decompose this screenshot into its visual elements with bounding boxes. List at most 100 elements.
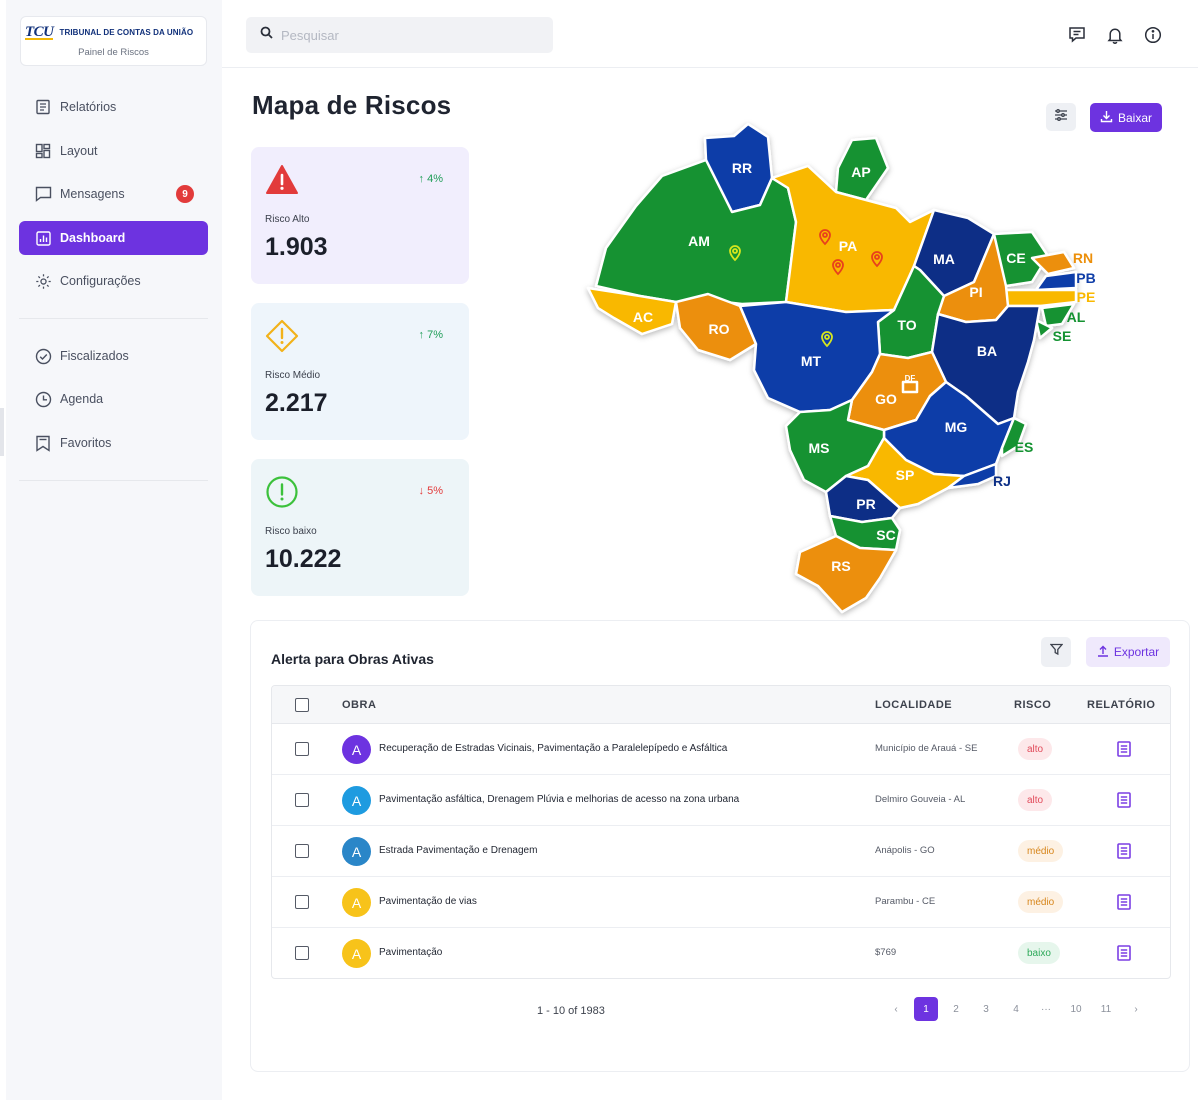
- sidebar-item-fiscalizados[interactable]: Fiscalizados: [19, 339, 208, 373]
- table-row[interactable]: A Recuperação de Estradas Vicinais, Pavi…: [272, 724, 1170, 775]
- obra-name: Estrada Pavimentação e Drenagem: [379, 845, 538, 856]
- select-all-checkbox[interactable]: [295, 698, 309, 712]
- alert-circle-icon: [265, 475, 299, 509]
- search-bar[interactable]: [246, 17, 553, 53]
- alerts-table: OBRA LOCALIDADE RISCO RELATÓRIO A Recupe…: [271, 685, 1171, 979]
- message-icon: [34, 185, 52, 203]
- state-label-sp: SP: [896, 467, 915, 483]
- column-header-relatorio[interactable]: RELATÓRIO: [1087, 699, 1155, 711]
- risk-badge: alto: [1018, 789, 1053, 811]
- localidade: Parambu - CE: [875, 896, 936, 907]
- sidebar-item-label: Layout: [60, 144, 98, 158]
- brazil-risk-map[interactable]: RR AP AM PA MA CE RN PB PE AL SE PI AC R…: [582, 120, 1104, 620]
- report-icon[interactable]: [1117, 741, 1131, 757]
- obra-name: Pavimentação: [379, 947, 443, 958]
- row-checkbox[interactable]: [295, 793, 309, 807]
- state-label-go: GO: [875, 391, 897, 407]
- state-df[interactable]: [901, 380, 919, 394]
- sidebar-item-label: Agenda: [60, 392, 104, 406]
- bell-icon[interactable]: [1105, 25, 1125, 45]
- state-label-pr: PR: [856, 496, 875, 512]
- sidebar-item-layout[interactable]: Layout: [19, 134, 208, 168]
- kpi-value: 2.217: [265, 389, 328, 417]
- sidebar-divider: [19, 318, 208, 319]
- brand-subtitle: Painel de Riscos: [78, 47, 149, 58]
- brand-logo[interactable]: TCU TRIBUNAL DE CONTAS DA UNIÃO Painel d…: [20, 16, 207, 66]
- table-header: OBRA LOCALIDADE RISCO RELATÓRIO: [272, 686, 1170, 724]
- sidebar-item-agenda[interactable]: Agenda: [19, 382, 208, 416]
- filter-button[interactable]: [1041, 637, 1071, 667]
- header-divider: [222, 67, 1198, 68]
- table-title: Alerta para Obras Ativas: [271, 651, 434, 667]
- state-label-ba: BA: [977, 343, 997, 359]
- trend-value: 7%: [427, 329, 443, 341]
- kpi-card-risco-medio[interactable]: ↑ 7% Risco Médio 2.217: [251, 303, 469, 440]
- sidebar-edge: [0, 408, 4, 456]
- table-row[interactable]: A Pavimentação $769 baixo: [272, 928, 1170, 978]
- clock-icon: [34, 390, 52, 408]
- table-row[interactable]: A Pavimentação de vias Parambu - CE médi…: [272, 877, 1170, 928]
- sidebar-item-configuracoes[interactable]: Configurações: [19, 264, 208, 298]
- state-pe[interactable]: [1002, 288, 1078, 308]
- report-icon[interactable]: [1117, 894, 1131, 910]
- state-label-es: ES: [1015, 439, 1034, 455]
- export-button[interactable]: Exportar: [1086, 637, 1170, 667]
- row-checkbox[interactable]: [295, 895, 309, 909]
- pagination-info: 1 - 10 of 1983: [537, 1005, 605, 1017]
- row-checkbox[interactable]: [295, 844, 309, 858]
- table-row[interactable]: A Estrada Pavimentação e Drenagem Anápol…: [272, 826, 1170, 877]
- sidebar-item-favoritos[interactable]: Favoritos: [19, 426, 208, 460]
- localidade: Delmiro Gouveia - AL: [875, 794, 966, 805]
- pagination-page[interactable]: 1: [914, 997, 938, 1021]
- column-header-risco[interactable]: RISCO: [1014, 699, 1051, 711]
- trend-value: 4%: [427, 173, 443, 185]
- pagination-page[interactable]: 4: [1001, 997, 1031, 1021]
- check-circle-icon: [34, 347, 52, 365]
- pagination-page[interactable]: 10: [1061, 997, 1091, 1021]
- export-label: Exportar: [1113, 645, 1160, 659]
- pagination: ‹ 1 2 3 4 ··· 10 11 ›: [881, 997, 1151, 1021]
- download-label: Baixar: [1117, 110, 1152, 125]
- kpi-label: Risco baixo: [265, 526, 317, 537]
- chat-icon[interactable]: [1067, 25, 1087, 45]
- filter-icon: [1049, 643, 1063, 661]
- kpi-label: Risco Médio: [265, 370, 321, 381]
- state-pb[interactable]: [1034, 270, 1078, 292]
- sidebar-item-relatorios[interactable]: Relatórios: [19, 90, 208, 124]
- pagination-page[interactable]: 11: [1091, 997, 1121, 1021]
- risk-badge: médio: [1018, 891, 1064, 913]
- report-icon[interactable]: [1117, 792, 1131, 808]
- message-count-badge: 9: [176, 185, 194, 203]
- search-input[interactable]: [281, 27, 521, 43]
- pagination-page[interactable]: 2: [941, 997, 971, 1021]
- report-icon[interactable]: [1117, 945, 1131, 961]
- sidebar-item-mensagens[interactable]: Mensagens 9: [19, 177, 208, 211]
- state-label-rn: RN: [1073, 250, 1093, 266]
- pagination-prev[interactable]: ‹: [881, 997, 911, 1021]
- info-icon[interactable]: [1143, 25, 1163, 45]
- brazil-map-svg[interactable]: RR AP AM PA MA CE RN PB PE AL SE PI AC R…: [582, 120, 1104, 620]
- pagination-page[interactable]: 3: [971, 997, 1001, 1021]
- alerts-table-card: Alerta para Obras Ativas Exportar OBRA L…: [250, 620, 1190, 1072]
- sidebar-item-label: Configurações: [60, 274, 141, 288]
- kpi-card-risco-baixo[interactable]: ↓ 5% Risco baixo 10.222: [251, 459, 469, 596]
- state-label-al: AL: [1067, 309, 1086, 325]
- report-icon[interactable]: [1117, 843, 1131, 859]
- kpi-card-risco-alto[interactable]: ↑ 4% Risco Alto 1.903: [251, 147, 469, 284]
- table-row[interactable]: A Pavimentação asfáltica, Drenagem Plúvi…: [272, 775, 1170, 826]
- sidebar-item-label: Dashboard: [60, 231, 126, 245]
- obra-name: Recuperação de Estradas Vicinais, Pavime…: [379, 743, 728, 754]
- row-checkbox[interactable]: [295, 946, 309, 960]
- brand-name: TRIBUNAL DE CONTAS DA UNIÃO: [59, 28, 194, 37]
- sidebar-item-dashboard[interactable]: Dashboard: [19, 221, 208, 255]
- state-label-rj: RJ: [993, 473, 1011, 489]
- trend-value: 5%: [427, 485, 443, 497]
- state-label-ro: RO: [709, 321, 730, 337]
- state-label-se: SE: [1053, 328, 1072, 344]
- bookmark-icon: [34, 434, 52, 452]
- trend-down: ↓ 5%: [418, 485, 443, 497]
- column-header-obra[interactable]: OBRA: [342, 699, 376, 711]
- pagination-next[interactable]: ›: [1121, 997, 1151, 1021]
- row-checkbox[interactable]: [295, 742, 309, 756]
- column-header-localidade[interactable]: LOCALIDADE: [875, 699, 952, 711]
